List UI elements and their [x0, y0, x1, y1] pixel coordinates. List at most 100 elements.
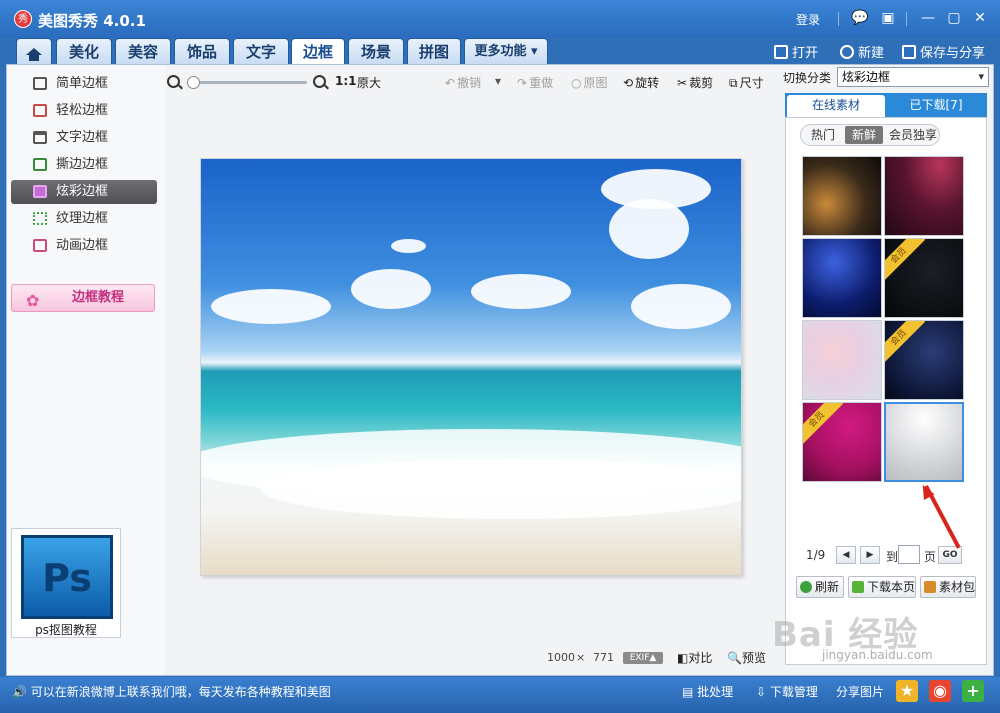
go-button[interactable]: GO: [938, 546, 962, 564]
save-share-button[interactable]: 保存与分享: [902, 42, 985, 61]
category-select[interactable]: 炫彩边框: [837, 67, 989, 87]
undo-icon: ↶: [445, 76, 456, 90]
skin-icon[interactable]: ▣: [878, 9, 898, 27]
material-thumbnail[interactable]: 会员: [884, 238, 964, 318]
close-button[interactable]: ✕: [970, 9, 990, 27]
next-page-button[interactable]: ▶: [860, 546, 880, 564]
undo-dropdown-icon[interactable]: ▾: [495, 74, 501, 88]
material-thumbnail[interactable]: 会员: [802, 402, 882, 482]
app-logo-icon: 秀: [14, 10, 32, 28]
new-button[interactable]: 新建: [840, 42, 884, 61]
redo-label: 重做: [529, 76, 554, 90]
preview-button[interactable]: 🔍预览: [727, 649, 766, 666]
canvas-image[interactable]: [200, 158, 742, 576]
material-pack-button[interactable]: 素材包: [920, 576, 976, 598]
resize-icon: ⧉: [729, 76, 738, 90]
compare-button[interactable]: ◧对比: [677, 649, 712, 666]
material-thumbnail[interactable]: [884, 156, 964, 236]
refresh-button[interactable]: 刷新: [796, 576, 844, 598]
tab-beautify[interactable]: 美化: [56, 38, 112, 64]
text-frame-icon: [33, 131, 47, 144]
minimize-button[interactable]: —: [918, 9, 938, 27]
crop-button[interactable]: ✂ 裁剪: [677, 74, 713, 91]
sidebar-item-label: 轻松边框: [56, 103, 109, 118]
tab-downloaded[interactable]: 已下载[7]: [887, 95, 985, 117]
feedback-icon[interactable]: 💬: [850, 9, 870, 27]
size-separator: ×: [576, 651, 586, 664]
tab-online-materials[interactable]: 在线素材: [787, 95, 885, 117]
resize-button[interactable]: ⧉ 尺寸: [729, 74, 764, 91]
material-thumbnail-selected[interactable]: [884, 402, 964, 482]
member-ribbon: 会员: [885, 321, 926, 365]
prev-page-button[interactable]: ◀: [836, 546, 856, 564]
download-manager-button[interactable]: ⇩ 下载管理: [756, 683, 818, 700]
tab-more[interactable]: 更多功能 ▾: [464, 38, 548, 64]
undo-button[interactable]: ↶ 撤销: [445, 74, 481, 91]
sidebar-item-animated-frame[interactable]: 动画边框: [11, 234, 157, 258]
original-size-button[interactable]: 原大: [357, 74, 381, 91]
open-button[interactable]: 打开: [774, 42, 818, 61]
image-height: 771: [593, 651, 614, 664]
download-icon: [852, 581, 864, 593]
add-icon[interactable]: +: [962, 680, 984, 702]
tab-text[interactable]: 文字: [233, 38, 289, 64]
filter-hot[interactable]: 热门: [805, 126, 841, 144]
tab-home[interactable]: [16, 38, 52, 64]
sidebar-item-simple-frame[interactable]: 简单边框: [11, 72, 157, 96]
redo-button[interactable]: ↷ 重做: [517, 74, 553, 91]
zoom-ratio[interactable]: 1:1: [335, 74, 357, 88]
rotate-label: 旋转: [635, 76, 660, 90]
zoom-slider-thumb[interactable]: [187, 76, 200, 89]
canvas-toolbar: 1:1 原大 ↶ 撤销 ▾ ↷ 重做 ○ 原图 ⟲ 旋转 ✂ 裁剪 ⧉ 尺寸: [167, 71, 779, 93]
sidebar-item-easy-frame[interactable]: 轻松边框: [11, 99, 157, 123]
exif-button[interactable]: EXIF▲: [623, 652, 663, 664]
save-share-label: 保存与分享: [920, 46, 986, 61]
refresh-icon: [800, 581, 812, 593]
tutorial-label: 边框教程: [72, 290, 125, 305]
download-manager-label: 下载管理: [769, 685, 818, 699]
page-number-input[interactable]: [898, 545, 920, 564]
share-image-button[interactable]: 分享图片: [836, 683, 884, 700]
batch-process-button[interactable]: ▤ 批处理: [682, 683, 733, 700]
filter-member[interactable]: 会员独享: [887, 126, 939, 144]
app-title: 美图秀秀 4.0.1: [38, 12, 146, 30]
material-thumbnail[interactable]: [802, 238, 882, 318]
zoom-in-icon[interactable]: [313, 75, 326, 88]
login-link[interactable]: 登录: [796, 11, 820, 28]
material-thumbnail[interactable]: [802, 156, 882, 236]
status-message[interactable]: 🔊 可以在新浪微博上联系我们哦，每天发布各种教程和美图: [12, 683, 331, 700]
tab-collage[interactable]: 拼图: [407, 38, 461, 64]
page-suffix-label: 页: [924, 550, 937, 564]
sidebar-item-texture-frame[interactable]: 纹理边框: [11, 207, 157, 231]
material-thumbnail[interactable]: [802, 320, 882, 400]
maximize-button[interactable]: ▢: [944, 9, 964, 27]
tab-accessories[interactable]: 饰品: [174, 38, 230, 64]
preview-label: 预览: [741, 651, 766, 665]
zoom-slider[interactable]: [187, 76, 307, 89]
weibo-icon[interactable]: ◉: [929, 680, 951, 702]
rotate-button[interactable]: ⟲ 旋转: [623, 74, 659, 91]
circle-icon: ○: [571, 76, 582, 90]
tab-scene[interactable]: 场景: [348, 38, 404, 64]
sidebar-item-label: 撕边边框: [56, 157, 109, 172]
zoom-out-icon[interactable]: [167, 75, 180, 88]
tab-frame[interactable]: 边框: [291, 38, 345, 65]
star-icon[interactable]: ★: [896, 680, 918, 702]
cloud: [351, 269, 431, 309]
download-page-button[interactable]: 下载本页: [848, 576, 916, 598]
sidebar-item-text-frame[interactable]: 文字边框: [11, 126, 157, 150]
original-label: 原图: [583, 76, 608, 90]
material-thumbnail[interactable]: 会员: [884, 320, 964, 400]
sidebar-item-colorful-frame[interactable]: 炫彩边框: [11, 180, 157, 204]
ps-tutorial-card[interactable]: Ps ps抠图教程: [11, 528, 121, 638]
main-tabs: 美化 美容 饰品 文字 边框 场景 拼图 更多功能 ▾ 打开 新建 保存与分享: [0, 38, 1000, 65]
sidebar-item-label: 炫彩边框: [56, 184, 109, 199]
tab-beauty[interactable]: 美容: [115, 38, 171, 64]
image-width: 1000: [547, 651, 575, 664]
original-image-button[interactable]: ○ 原图: [571, 74, 608, 91]
filter-new[interactable]: 新鲜: [845, 126, 883, 144]
animated-frame-icon: [33, 239, 47, 252]
frame-tutorial-button[interactable]: ✿ 边框教程: [11, 284, 155, 312]
sidebar-item-torn-frame[interactable]: 撕边边框: [11, 153, 157, 177]
open-label: 打开: [792, 46, 819, 61]
